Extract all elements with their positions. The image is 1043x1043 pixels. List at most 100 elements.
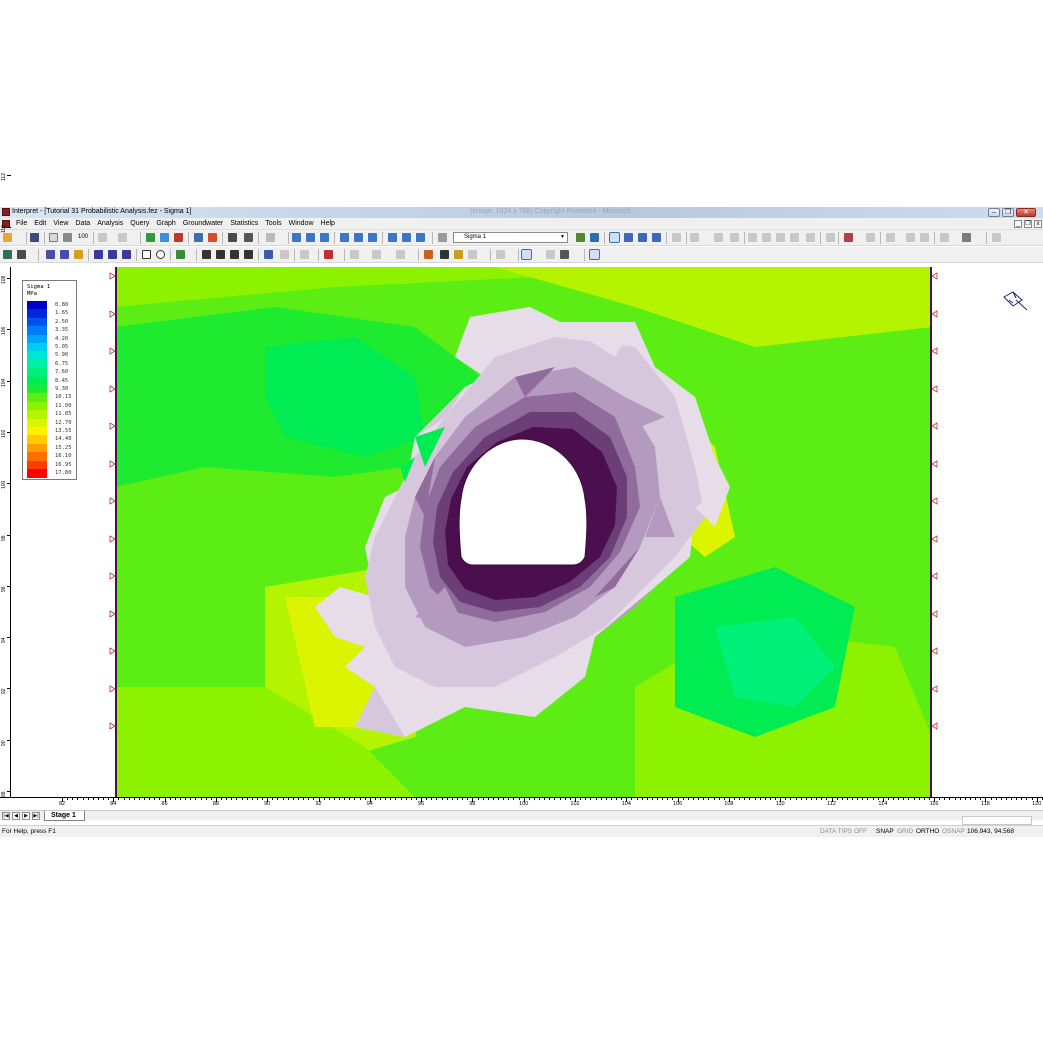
layout-icon[interactable] <box>17 250 26 259</box>
mesh-display-icon[interactable] <box>440 250 449 259</box>
menu-graph[interactable]: Graph <box>156 220 175 227</box>
open-icon[interactable] <box>3 233 12 242</box>
measure-icon[interactable] <box>244 250 253 259</box>
snap-toggle[interactable]: SNAP <box>876 828 894 835</box>
graph-query-icon[interactable] <box>748 233 757 242</box>
zoom-scale-icon[interactable] <box>416 233 425 242</box>
next-tab-button[interactable]: ▶ <box>22 812 30 820</box>
view-icon[interactable] <box>396 250 405 259</box>
paste-icon[interactable] <box>208 233 217 242</box>
histogram-icon[interactable] <box>866 233 875 242</box>
polyline-icon[interactable] <box>176 250 185 259</box>
menu-analysis[interactable]: Analysis <box>97 220 123 227</box>
arrow-icon[interactable] <box>60 250 69 259</box>
loads-icon[interactable] <box>468 250 477 259</box>
model-view[interactable]: 88 90 92 94 96 98 100 102 104 106 108 110 112 Sigma … <box>0 173 1043 810</box>
menu-statistics[interactable]: Statistics <box>230 220 258 227</box>
options-icon[interactable] <box>940 233 949 242</box>
redo-icon[interactable] <box>118 233 127 242</box>
window-icon[interactable] <box>244 233 253 242</box>
undo-icon[interactable] <box>98 233 107 242</box>
zoom-extents-icon[interactable] <box>388 233 397 242</box>
dimension-icon[interactable] <box>94 250 103 259</box>
filled-polygon-icon[interactable] <box>216 250 225 259</box>
angle-icon[interactable] <box>108 250 117 259</box>
contour-fill-icon[interactable] <box>324 250 333 259</box>
mdi-restore-button[interactable]: ❐ <box>1024 220 1032 228</box>
copy-drawing-icon[interactable] <box>280 250 289 259</box>
menu-data[interactable]: Data <box>75 220 90 227</box>
print-icon[interactable] <box>63 233 72 242</box>
polygon-icon[interactable] <box>202 250 211 259</box>
chart-icon[interactable] <box>174 233 183 242</box>
previous-tab-button[interactable]: ◀ <box>12 812 20 820</box>
arc-icon[interactable] <box>122 250 131 259</box>
ellipse-icon[interactable] <box>156 250 165 259</box>
close-button[interactable]: ✕ <box>1016 208 1036 217</box>
grid-toggle[interactable]: GRID <box>897 828 913 835</box>
menu-window[interactable]: Window <box>289 220 314 227</box>
yield-display-icon[interactable] <box>521 249 532 260</box>
menu-edit[interactable]: Edit <box>34 220 46 227</box>
sigma-3-icon[interactable] <box>624 233 633 242</box>
statistics-icon[interactable] <box>844 233 853 242</box>
scatter-icon[interactable] <box>906 233 915 242</box>
menu-tools[interactable]: Tools <box>265 220 281 227</box>
display-options-icon[interactable] <box>350 250 359 259</box>
save-icon[interactable] <box>30 233 39 242</box>
zoom-limits-icon[interactable] <box>402 233 411 242</box>
deformed-boundary-icon[interactable] <box>546 250 555 259</box>
menu-file[interactable]: File <box>16 220 27 227</box>
contour-options-icon[interactable] <box>576 233 585 242</box>
pan-icon[interactable] <box>368 233 377 242</box>
print-preview-icon[interactable] <box>49 233 58 242</box>
zoom-previous-icon[interactable] <box>354 233 363 242</box>
hide-icon[interactable] <box>372 250 381 259</box>
graph-stage-icon[interactable] <box>776 233 785 242</box>
info-icon[interactable] <box>228 233 237 242</box>
menu-help[interactable]: Help <box>321 220 335 227</box>
data-tips-toggle[interactable]: DATA TIPS OFF <box>820 828 867 835</box>
legend-toggle-icon[interactable] <box>589 249 600 260</box>
ortho-toggle[interactable]: ORTHO <box>916 828 939 835</box>
tab-stage-1[interactable]: Stage 1 <box>44 811 85 821</box>
contour-legend[interactable]: Sigma 1 MPa 0.80 1.65 2.50 3.35 4.20 5.05 5.90… <box>22 280 77 480</box>
settings-icon[interactable] <box>992 233 1001 242</box>
strength-factor-icon[interactable] <box>638 233 647 242</box>
grid-display-icon[interactable] <box>560 250 569 259</box>
copy-icon[interactable] <box>194 233 203 242</box>
zoom-window-icon[interactable] <box>340 233 349 242</box>
graph-along-icon[interactable] <box>790 233 799 242</box>
mdi-close-button[interactable]: x <box>1034 220 1042 228</box>
graph-time-icon[interactable] <box>762 233 771 242</box>
mesh-icon[interactable] <box>146 233 155 242</box>
menu-groundwater[interactable]: Groundwater <box>183 220 223 227</box>
rectangle-icon[interactable] <box>142 250 151 259</box>
grid-icon[interactable] <box>160 233 169 242</box>
mdi-minimize-button[interactable]: _ <box>1014 220 1022 228</box>
query-point-icon[interactable] <box>690 233 699 242</box>
text-box-icon[interactable] <box>74 250 83 259</box>
first-tab-button[interactable]: |◀ <box>2 812 10 820</box>
graph-icon[interactable] <box>672 233 681 242</box>
material-query-icon[interactable] <box>826 233 835 242</box>
delete-query-icon[interactable] <box>730 233 739 242</box>
contour-range-icon[interactable] <box>590 233 599 242</box>
yielded-elements-icon[interactable] <box>424 250 433 259</box>
vectors-icon[interactable] <box>496 250 505 259</box>
edit-drawing-icon[interactable] <box>264 250 273 259</box>
restore-button[interactable]: ❐ <box>1002 208 1014 217</box>
zoom-out-icon[interactable] <box>320 233 329 242</box>
project-icon[interactable] <box>3 250 12 259</box>
minimize-button[interactable]: – <box>988 208 1000 217</box>
zoom-in-icon[interactable] <box>306 233 315 242</box>
zoom-all-icon[interactable] <box>292 233 301 242</box>
camera-icon[interactable] <box>266 233 275 242</box>
magnifier-icon[interactable] <box>438 233 447 242</box>
menu-view[interactable]: View <box>53 220 68 227</box>
sampler-icon[interactable] <box>920 233 929 242</box>
line-icon[interactable] <box>46 250 55 259</box>
menu-query[interactable]: Query <box>130 220 149 227</box>
contour-plot[interactable] <box>115 267 932 797</box>
snap-icon[interactable] <box>300 250 309 259</box>
